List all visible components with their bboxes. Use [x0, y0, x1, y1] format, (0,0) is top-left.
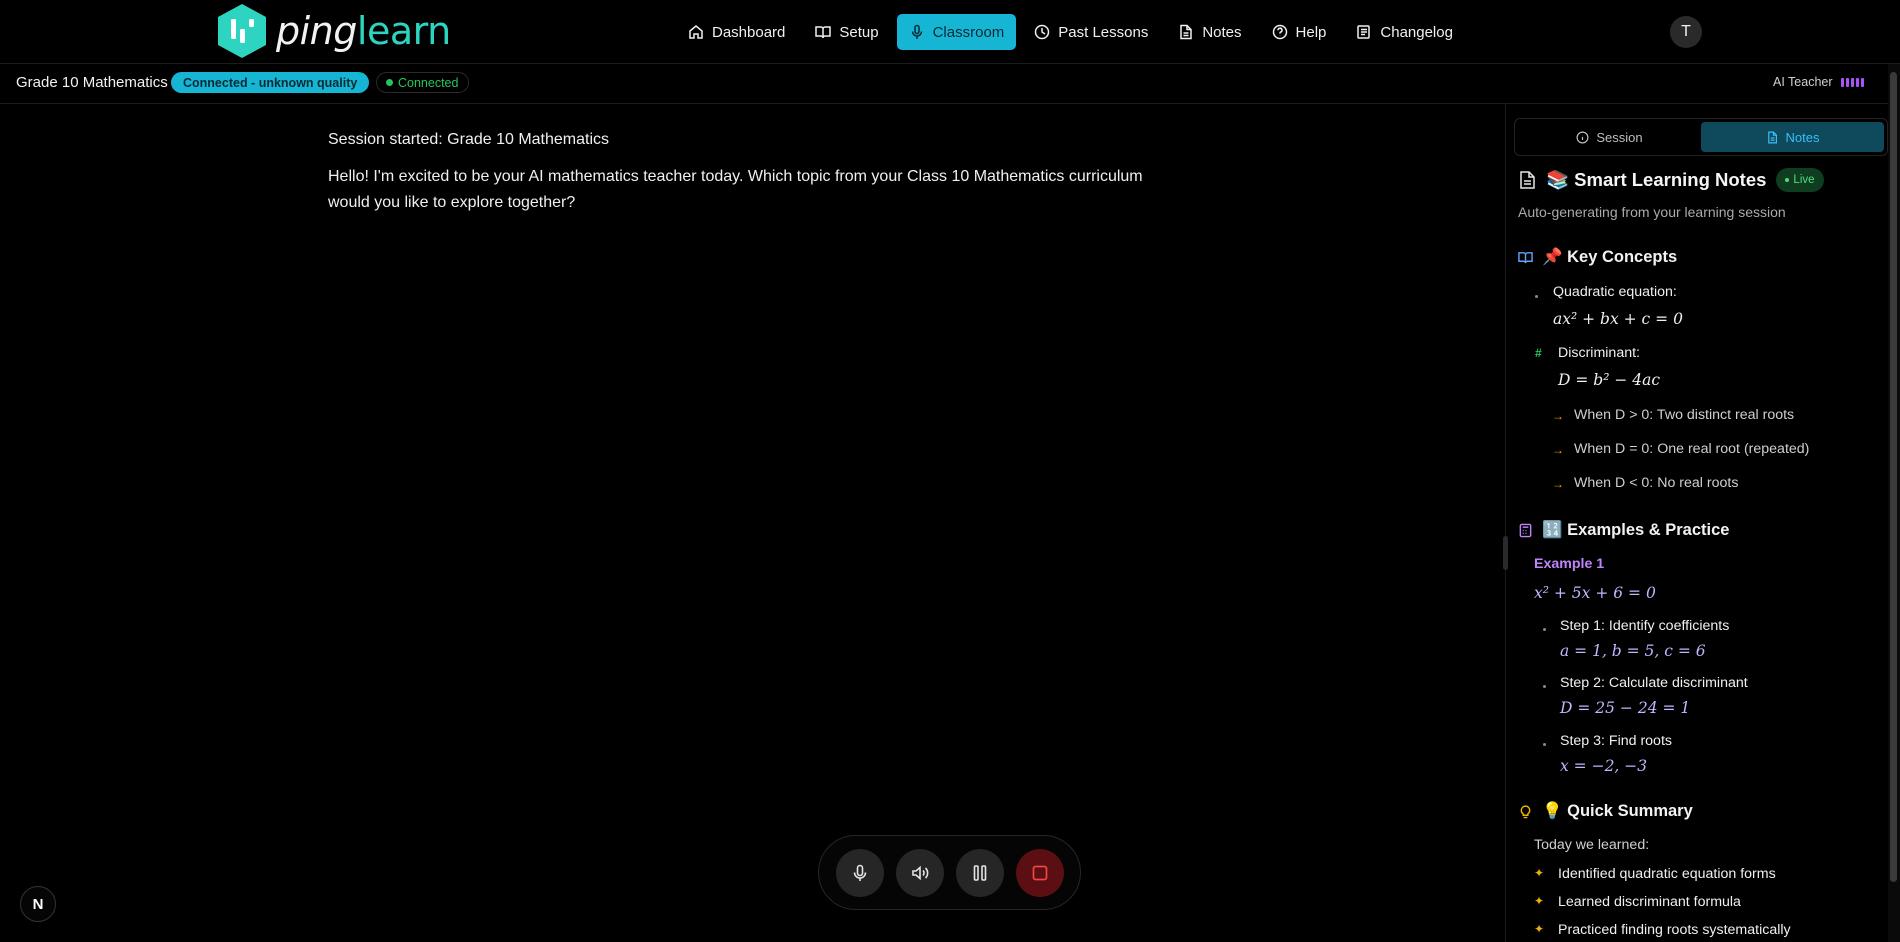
session-controls: [818, 835, 1081, 910]
example-title: Example 1: [1534, 556, 1605, 572]
arrow-right-icon: →: [1552, 477, 1564, 491]
discriminant-case: When D > 0: Two distinct real roots: [1574, 407, 1795, 423]
bullet-icon: [1543, 743, 1546, 746]
bullet-icon: [1543, 685, 1546, 688]
discriminant-case: When D = 0: One real root (repeated): [1574, 441, 1810, 457]
audio-level-icon: [1840, 77, 1864, 87]
stop-icon: [1032, 865, 1047, 880]
sparkle-icon: ✦: [1534, 894, 1545, 908]
mic-icon: [853, 864, 866, 881]
book-icon: [815, 26, 832, 39]
notes-doc-icon: [1520, 171, 1535, 189]
home-icon: [689, 25, 703, 39]
example-equation: x² + 5x + 6 = 0: [1534, 584, 1656, 602]
ai-teacher-indicator: AI Teacher: [1773, 75, 1864, 89]
bullet-icon: [1543, 628, 1546, 631]
open-book-icon: [1518, 252, 1533, 264]
pause-button[interactable]: [955, 848, 1004, 897]
nav-help[interactable]: Help: [1260, 14, 1339, 50]
page-scrollbar[interactable]: [1888, 64, 1900, 942]
summary-item: Identified quadratic equation forms: [1558, 866, 1776, 882]
panel-divider: [1505, 104, 1506, 942]
system-message: Session started: Grade 10 Mathematics: [328, 131, 610, 148]
discriminant-case: When D < 0: No real roots: [1574, 475, 1739, 491]
tab-session[interactable]: Session: [1518, 122, 1701, 152]
arrow-right-icon: →: [1552, 409, 1564, 423]
scrollbar-thumb[interactable]: [1890, 72, 1897, 882]
session-bar: Grade 10 Mathematics Connected - unknown…: [0, 64, 1888, 104]
connection-status-badge: Connected: [376, 72, 470, 93]
mic-button[interactable]: [835, 848, 884, 897]
speaker-icon: [911, 865, 928, 880]
pause-icon: [973, 864, 986, 881]
info-icon: [1576, 131, 1589, 143]
step-math: a = 1, b = 5, c = 6: [1560, 642, 1706, 660]
nav-notes[interactable]: Notes: [1166, 14, 1253, 50]
transcript: Session started: Grade 10 Mathematics He…: [328, 128, 1188, 216]
notes-title: 📚 Smart Learning Notes: [1546, 169, 1767, 190]
next-dev-badge[interactable]: N: [20, 886, 56, 922]
section-key-concepts: 📌 Key Concepts: [1518, 248, 1677, 267]
nav-dashboard[interactable]: Dashboard: [676, 14, 797, 50]
hash-icon: #: [1535, 346, 1542, 360]
ai-message: Hello! I'm excited to be your AI mathema…: [328, 168, 1143, 211]
file-icon: [1767, 131, 1777, 143]
course-title: Grade 10 Mathematics: [16, 74, 168, 91]
concept-quadratic-formula: ax² + bx + c = 0: [1553, 310, 1683, 328]
live-badge: Live: [1776, 168, 1824, 192]
panel-tabs: Session Notes: [1514, 118, 1888, 156]
nav-classroom[interactable]: Classroom: [896, 14, 1017, 50]
stop-button[interactable]: [1015, 848, 1064, 897]
section-examples: 🔢 Examples & Practice: [1518, 521, 1729, 540]
concept-quadratic-label: Quadratic equation:: [1553, 284, 1677, 300]
changelog-icon: [1357, 25, 1371, 39]
summary-intro: Today we learned:: [1534, 837, 1650, 853]
connection-quality-badge: Connected - unknown quality: [171, 72, 370, 93]
speaker-button[interactable]: [895, 848, 944, 897]
step-label: Step 3: Find roots: [1560, 733, 1672, 749]
step-label: Step 2: Calculate discriminant: [1560, 675, 1748, 691]
nav-setup[interactable]: Setup: [803, 14, 890, 50]
pinglearn-logo[interactable]: pinglearn: [216, 3, 451, 59]
nav-past-lessons[interactable]: Past Lessons: [1022, 14, 1160, 50]
file-icon: [1180, 24, 1193, 40]
concept-discriminant-formula: D = b² − 4ac: [1558, 371, 1661, 389]
step-math: x = −2, −3: [1560, 757, 1648, 775]
live-dot-icon: [1785, 178, 1790, 182]
main-nav: Dashboard Setup Classroom Past Lessons N…: [676, 14, 1465, 50]
lightbulb-icon: [1520, 805, 1531, 819]
step-label: Step 1: Identify coefficients: [1560, 618, 1730, 634]
notes-subtitle: Auto-generating from your learning sessi…: [1518, 204, 1786, 220]
section-summary: 💡 Quick Summary: [1518, 802, 1693, 821]
clock-icon: [1035, 24, 1050, 40]
mic-icon: [911, 24, 922, 39]
bullet-icon: [1535, 295, 1538, 298]
panel-resize-handle[interactable]: [1503, 536, 1508, 570]
calculator-icon: [1519, 523, 1532, 538]
summary-item: Learned discriminant formula: [1558, 894, 1741, 910]
tab-notes[interactable]: Notes: [1701, 122, 1884, 152]
nav-changelog[interactable]: Changelog: [1344, 14, 1465, 50]
logo-wordmark: pinglearn: [276, 9, 451, 53]
sparkle-icon: ✦: [1534, 922, 1545, 936]
concept-discriminant-label: Discriminant:: [1558, 345, 1640, 361]
top-nav: pinglearn Dashboard Setup Classroom Past…: [0, 0, 1900, 64]
logo-hex-icon: [218, 4, 266, 58]
sparkle-icon: ✦: [1534, 866, 1545, 880]
status-dot-icon: [386, 79, 393, 86]
help-icon: [1272, 24, 1287, 40]
notes-header: 📚 Smart Learning Notes Live: [1519, 168, 1824, 192]
arrow-right-icon: →: [1552, 443, 1564, 457]
notes-panel: Session Notes 📚 Smart Learning Notes Liv…: [1514, 104, 1888, 942]
step-math: D = 25 − 24 = 1: [1560, 699, 1691, 717]
summary-item: Practiced finding roots systematically: [1558, 922, 1791, 938]
user-avatar[interactable]: T: [1670, 16, 1702, 48]
